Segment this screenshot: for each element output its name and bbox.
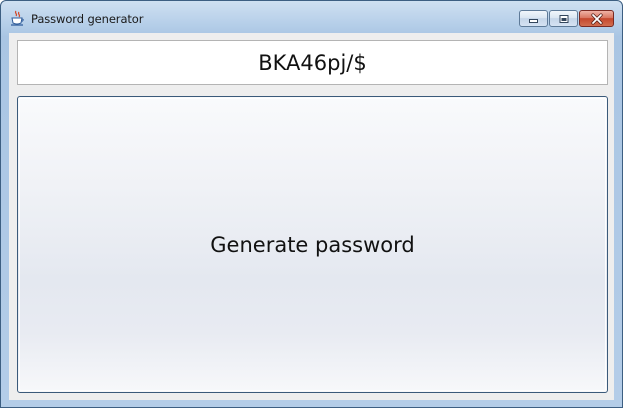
restore-icon [559,14,568,23]
close-button[interactable] [579,10,614,27]
minimize-button[interactable] [519,10,548,27]
generate-password-button[interactable]: Generate password [17,96,608,393]
caption-buttons [519,10,614,28]
content-pane: BKA46pj/$ Generate password [9,33,614,400]
password-output-field[interactable]: BKA46pj/$ [17,40,608,85]
app-window: Password generator BKA46pj/$ Generate pa… [0,0,623,408]
title-bar[interactable]: Password generator [1,1,622,33]
minimize-icon [528,18,538,23]
restore-button[interactable] [549,10,578,27]
window-title: Password generator [31,12,144,26]
close-icon [590,13,603,24]
java-cup-icon[interactable] [10,10,25,27]
